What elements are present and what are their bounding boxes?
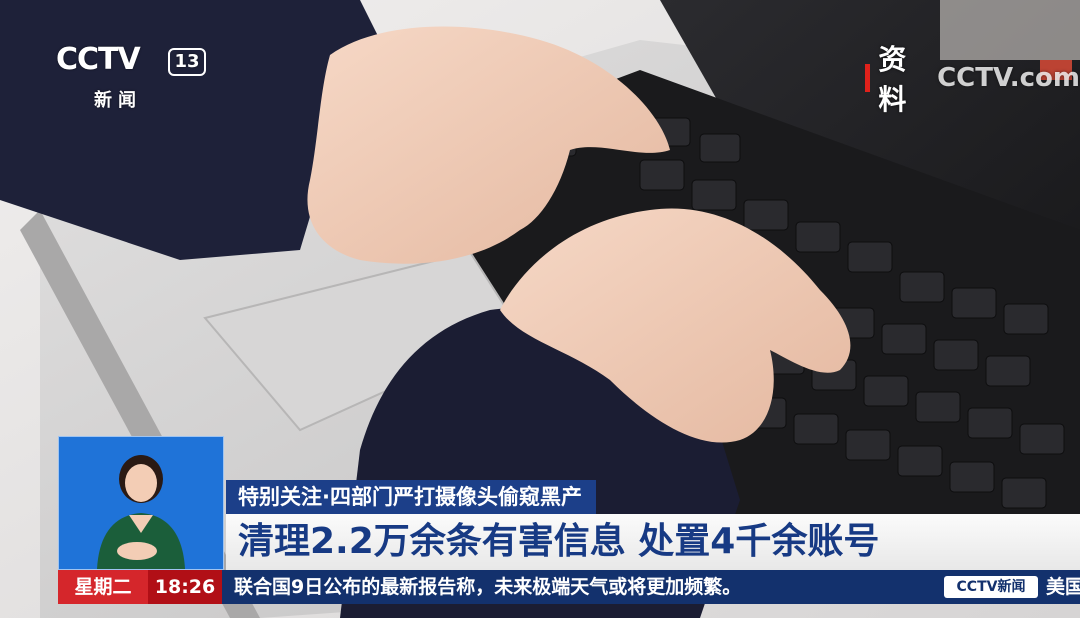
ticker-next-item: 美国 [1046, 576, 1080, 598]
lower-third-headline: 清理2.2万余条有害信息 处置4千余账号 [226, 514, 1080, 570]
material-tag: 资料 CCTV.com [865, 43, 1080, 116]
channel-subtitle: 新闻 [94, 90, 142, 111]
screen-glare [940, 0, 1080, 60]
lower-third-topic: 特别关注·四部门严打摄像头偷窥黑产 [226, 480, 596, 514]
channel-logo: CCTV 13 新闻 [56, 42, 226, 112]
channel-number-badge: 13 [168, 48, 206, 76]
interpreter-hands [117, 542, 157, 560]
interpreter-figure [59, 437, 223, 569]
ticker-weekday: 星期二 [58, 570, 148, 604]
ticker-clock: 18:26 [148, 570, 222, 604]
ticker-channel-logo: CCTV新闻 [944, 576, 1038, 598]
channel-brand: CCTV [56, 42, 141, 77]
material-tag-marker [865, 64, 871, 92]
interpreter-face [125, 464, 157, 502]
news-ticker: 星期二 18:26 联合国9日公布的最新报告称，未来极端天气或将更加频繁。 CC… [58, 570, 1080, 604]
news-broadcast-frame: CCTV 13 新闻 资料 CCTV.com 特别关注·四部门严打摄像头偷窥黑产… [0, 0, 1080, 618]
sign-language-interpreter-box [58, 436, 224, 570]
watermark: CCTV.com [937, 63, 1080, 93]
ticker-scroll-text: 联合国9日公布的最新报告称，未来极端天气或将更加频繁。 [234, 576, 742, 598]
material-tag-label: 资料 [878, 43, 907, 116]
